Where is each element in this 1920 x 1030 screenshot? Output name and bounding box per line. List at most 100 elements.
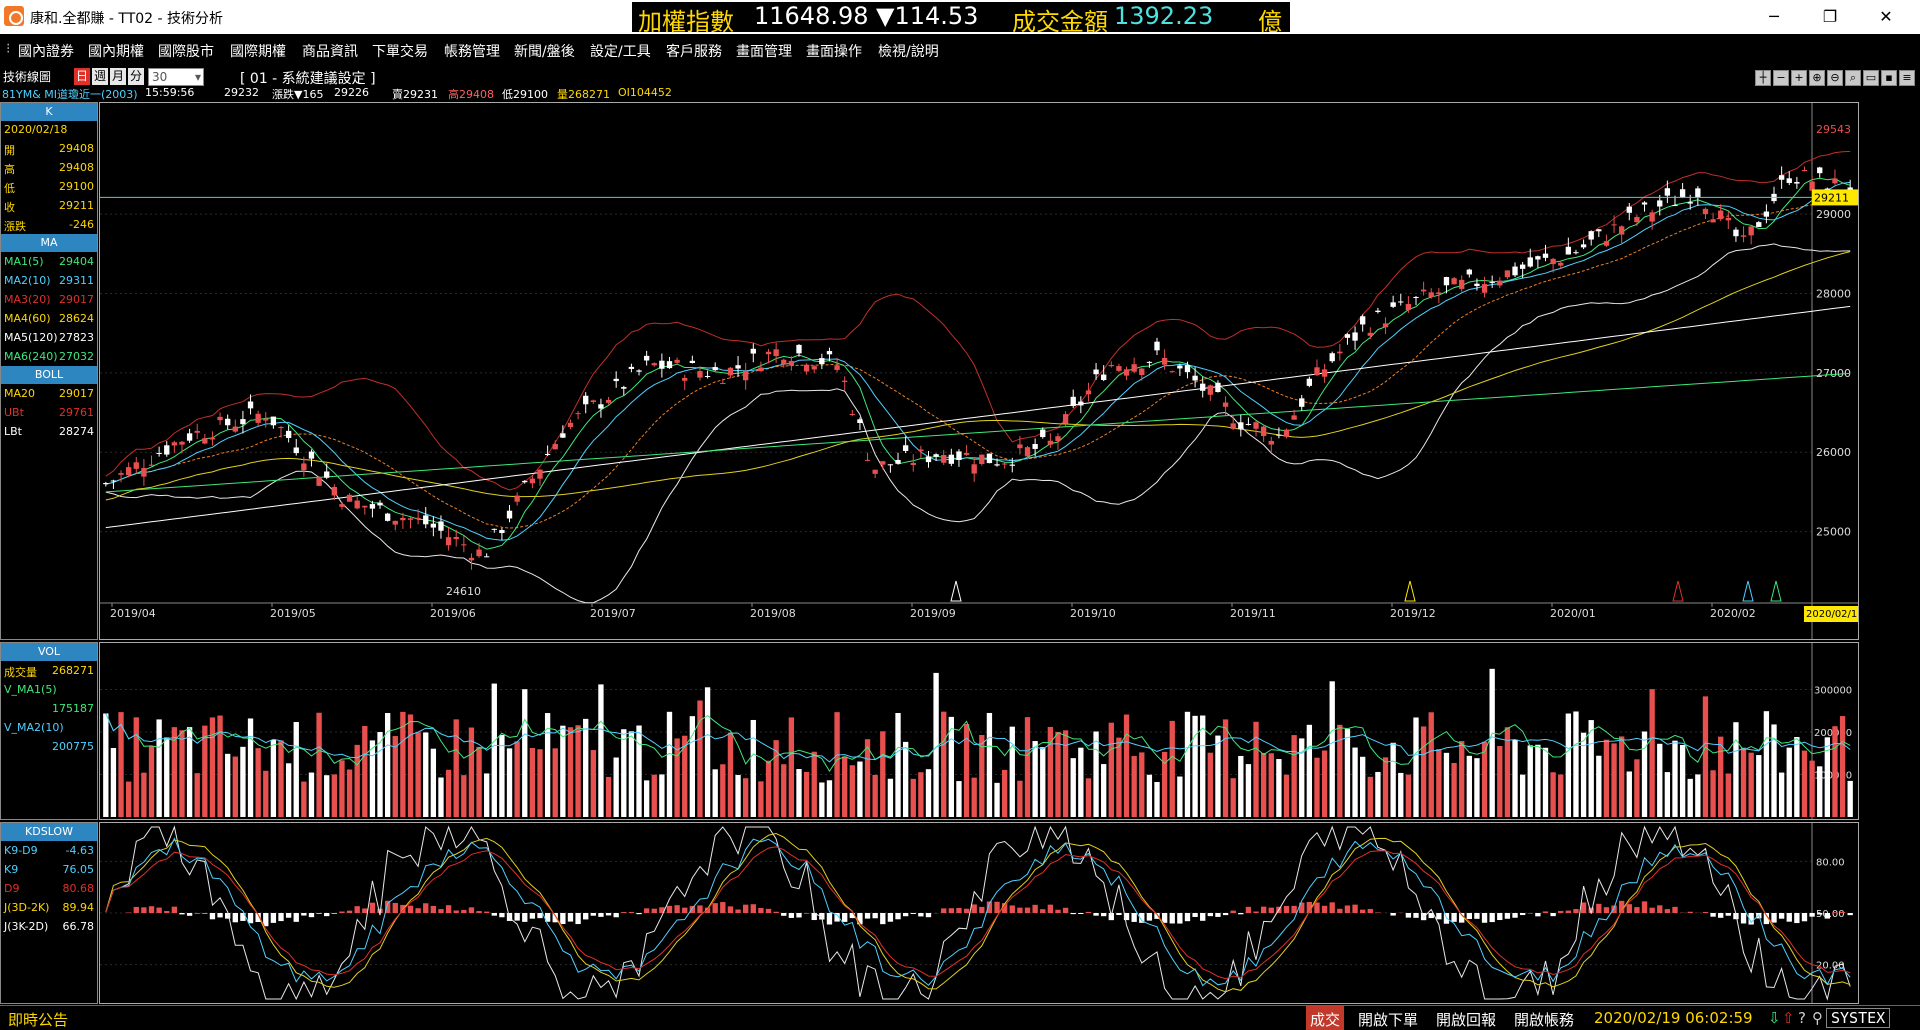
candle-body bbox=[194, 430, 200, 433]
candle-body bbox=[103, 483, 109, 485]
kd-histogram-bar bbox=[1596, 903, 1602, 913]
volume-bar bbox=[666, 711, 673, 817]
volume-bar bbox=[461, 775, 467, 817]
menu-item[interactable]: 新聞/盤後 bbox=[514, 41, 575, 61]
menu-item[interactable]: 設定/工具 bbox=[590, 41, 651, 61]
upload-icon[interactable]: ⇧ bbox=[1782, 1009, 1795, 1027]
panel-row-label: V_MA2(10) bbox=[4, 721, 64, 734]
quote-change: 漲跌▼165 bbox=[272, 88, 324, 101]
candle-body bbox=[689, 360, 696, 363]
candle-body bbox=[1725, 217, 1731, 221]
candle-body bbox=[1413, 296, 1419, 298]
kd-histogram-bar bbox=[1801, 913, 1808, 922]
tb-page-icon[interactable]: ▭ bbox=[1863, 70, 1879, 86]
maximize-button[interactable]: ❐ bbox=[1810, 4, 1850, 30]
tb-minus-icon[interactable]: − bbox=[1773, 70, 1789, 86]
panel-row-kd: K9-D9 -4.63 bbox=[1, 841, 97, 860]
price-chart[interactable]: 29000 28000 27000 26000 25000 29211 29543 24610… bbox=[99, 102, 1864, 640]
tb-cross-icon[interactable]: ┼ bbox=[1755, 70, 1771, 86]
tb-plus-icon[interactable]: + bbox=[1791, 70, 1807, 86]
download-icon[interactable]: ⇩ bbox=[1768, 1009, 1781, 1027]
kd-chart-svg[interactable]: 80.0050.0020.00 bbox=[100, 823, 1858, 1003]
open-report-button[interactable]: 開啟回報 bbox=[1436, 1009, 1496, 1030]
candle-body bbox=[1093, 369, 1099, 375]
menu-item[interactable]: 國內證券 bbox=[18, 41, 74, 61]
menu-item[interactable]: 國際股市 bbox=[158, 41, 214, 61]
panel-row-value: 29408 bbox=[59, 142, 94, 155]
candle-body bbox=[186, 433, 193, 441]
candle-body bbox=[590, 400, 596, 403]
x-label: 2020/02 bbox=[1710, 607, 1756, 620]
help-icon[interactable]: ? bbox=[1798, 1009, 1806, 1027]
tb-list-icon[interactable]: ≡ bbox=[1899, 70, 1915, 86]
close-button[interactable]: ✕ bbox=[1866, 4, 1906, 30]
candle-body bbox=[819, 358, 825, 365]
candle-body bbox=[1352, 332, 1358, 341]
candle-body bbox=[628, 366, 635, 369]
settings-label[interactable]: [ 01 - 系統建議設定 ] bbox=[240, 68, 376, 88]
tb-zoom-in-icon[interactable]: ⊕ bbox=[1809, 70, 1825, 86]
kd-histogram-bar bbox=[1550, 913, 1556, 917]
panel-row-value: 66.78 bbox=[62, 920, 95, 933]
status-bar: 即時公告 成交 開啟下單 開啟回報 開啟帳務 2020/02/19 06:02:… bbox=[0, 1005, 1920, 1030]
candle-body bbox=[384, 513, 391, 521]
menu-item[interactable]: 帳務管理 bbox=[444, 41, 500, 61]
volume-bar bbox=[560, 725, 566, 817]
volume-chart-svg[interactable]: 300000200000100000 bbox=[100, 643, 1858, 819]
price-chart-svg[interactable]: 2900028000270002600025000292112954324610… bbox=[100, 103, 1864, 639]
candle-body bbox=[362, 505, 368, 508]
open-account-button[interactable]: 開啟帳務 bbox=[1514, 1009, 1574, 1030]
kd-histogram-bar bbox=[1321, 905, 1328, 913]
kd-histogram-bar bbox=[1337, 908, 1343, 913]
candle-body bbox=[1649, 212, 1655, 222]
candle-body bbox=[1817, 167, 1823, 174]
volume-bar bbox=[1474, 758, 1480, 817]
kd-histogram-bar bbox=[369, 902, 376, 913]
period-minute-button[interactable]: 分 bbox=[128, 68, 144, 85]
menu-item[interactable]: 商品資訊 bbox=[302, 41, 358, 61]
kd-histogram-bar bbox=[499, 913, 505, 918]
kd-histogram-bar bbox=[529, 913, 536, 919]
candle-body bbox=[1024, 447, 1031, 457]
bulletin-label[interactable]: 即時公告 bbox=[8, 1009, 68, 1030]
open-order-button[interactable]: 開啟下單 bbox=[1358, 1009, 1418, 1030]
tb-save-icon[interactable]: ▪ bbox=[1881, 70, 1897, 86]
volume-bar bbox=[1756, 755, 1762, 817]
kd-histogram-bar bbox=[453, 910, 459, 913]
panel-row-label: 漲跌 bbox=[4, 220, 26, 233]
period-week-button[interactable]: 週 bbox=[92, 68, 108, 85]
volume-bar bbox=[476, 746, 482, 817]
kd-histogram-bar bbox=[1360, 909, 1366, 913]
menu-item[interactable]: 檢視/說明 bbox=[878, 41, 939, 61]
menu-item[interactable]: 下單交易 bbox=[372, 41, 428, 61]
menu-item[interactable]: 國際期權 bbox=[230, 41, 286, 61]
panel-row-label: K9 bbox=[4, 863, 19, 876]
current-date-label: 2020/02/18 bbox=[1806, 609, 1858, 620]
volume-bar bbox=[1215, 735, 1221, 817]
menu-item[interactable]: 畫面操作 bbox=[806, 41, 862, 61]
candle-body bbox=[1276, 434, 1282, 436]
period-month-button[interactable]: 月 bbox=[110, 68, 126, 85]
volume-bar bbox=[956, 781, 962, 817]
period-select[interactable]: 30 ▾ bbox=[148, 68, 204, 86]
minimize-button[interactable]: ─ bbox=[1754, 4, 1794, 30]
kd-histogram-bar bbox=[1314, 902, 1320, 913]
candle-body bbox=[1786, 178, 1792, 183]
menu-item[interactable]: 畫面管理 bbox=[736, 41, 792, 61]
menu-item[interactable]: 國內期權 bbox=[88, 41, 144, 61]
menu-item[interactable]: 客戶服務 bbox=[666, 41, 722, 61]
volume-chart[interactable]: 300000200000100000 bbox=[99, 642, 1859, 820]
tb-zoom-out-icon[interactable]: ⊖ bbox=[1827, 70, 1843, 86]
tb-search-icon[interactable]: ⌕ bbox=[1845, 70, 1861, 86]
period-day-button[interactable]: 日 bbox=[74, 68, 90, 85]
pin-icon[interactable]: ⚲ bbox=[1812, 1009, 1823, 1027]
volume-bar bbox=[194, 773, 200, 817]
kd-histogram-bar bbox=[362, 908, 368, 913]
kd-chart[interactable]: 80.00 50.00 20.00 bbox=[99, 822, 1859, 1004]
price-y-tick: 25000 bbox=[1816, 526, 1851, 539]
candle-body bbox=[209, 437, 216, 440]
volume-bar bbox=[704, 687, 711, 817]
panel-row-value: -4.63 bbox=[65, 844, 94, 857]
kd-histogram-bar bbox=[735, 909, 741, 913]
panel-row-label: MA6(240) bbox=[4, 350, 58, 363]
